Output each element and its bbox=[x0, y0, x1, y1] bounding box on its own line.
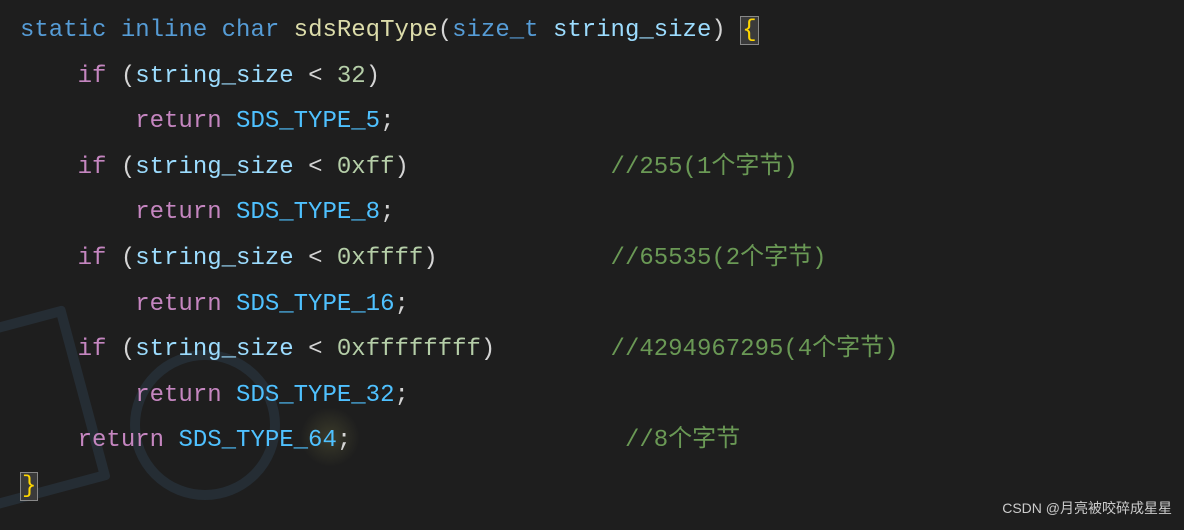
brace-open: { bbox=[740, 16, 758, 45]
watermark-text: CSDN @月亮被咬碎成星星 bbox=[1002, 495, 1172, 522]
operator-lt: < bbox=[308, 336, 322, 363]
code-line-4: if (string_size < 0xff) //255(1个字节) bbox=[20, 145, 1184, 191]
keyword-if: if bbox=[78, 245, 107, 272]
function-name: sdsReqType bbox=[294, 17, 438, 44]
keyword-return: return bbox=[135, 382, 221, 409]
param-type: size_t bbox=[452, 17, 538, 44]
number-literal: 0xffff bbox=[337, 245, 423, 272]
code-line-6: if (string_size < 0xffff) //65535(2个字节) bbox=[20, 236, 1184, 282]
keyword-inline: inline bbox=[121, 17, 207, 44]
keyword-return: return bbox=[135, 108, 221, 135]
paren-open: ( bbox=[438, 17, 452, 44]
keyword-static: static bbox=[20, 17, 106, 44]
comment: //4294967295(4个字节) bbox=[611, 336, 899, 363]
variable: string_size bbox=[135, 154, 293, 181]
code-line-7: return SDS_TYPE_16; bbox=[20, 282, 1184, 328]
code-line-10: return SDS_TYPE_64; //8个字节 bbox=[20, 418, 1184, 464]
keyword-if: if bbox=[78, 336, 107, 363]
constant: SDS_TYPE_64 bbox=[178, 427, 336, 454]
code-line-2: if (string_size < 32) bbox=[20, 54, 1184, 100]
code-line-3: return SDS_TYPE_5; bbox=[20, 99, 1184, 145]
comment: //65535(2个字节) bbox=[611, 245, 827, 272]
constant: SDS_TYPE_5 bbox=[236, 108, 380, 135]
keyword-return: return bbox=[135, 199, 221, 226]
code-line-5: return SDS_TYPE_8; bbox=[20, 190, 1184, 236]
param-name: string_size bbox=[553, 17, 711, 44]
comment: //255(1个字节) bbox=[611, 154, 798, 181]
variable: string_size bbox=[135, 63, 293, 90]
variable: string_size bbox=[135, 336, 293, 363]
number-literal: 0xffffffff bbox=[337, 336, 481, 363]
keyword-char: char bbox=[222, 17, 280, 44]
operator-lt: < bbox=[308, 63, 322, 90]
number-literal: 0xff bbox=[337, 154, 395, 181]
keyword-if: if bbox=[78, 63, 107, 90]
brace-close: } bbox=[20, 472, 38, 501]
operator-lt: < bbox=[308, 154, 322, 181]
keyword-return: return bbox=[78, 427, 164, 454]
code-editor[interactable]: static inline char sdsReqType(size_t str… bbox=[0, 8, 1184, 510]
comment: //8个字节 bbox=[625, 427, 740, 454]
code-line-8: if (string_size < 0xffffffff) //42949672… bbox=[20, 327, 1184, 373]
constant: SDS_TYPE_16 bbox=[236, 291, 394, 318]
keyword-return: return bbox=[135, 291, 221, 318]
variable: string_size bbox=[135, 245, 293, 272]
constant: SDS_TYPE_8 bbox=[236, 199, 380, 226]
operator-lt: < bbox=[308, 245, 322, 272]
paren-close: ) bbox=[711, 17, 725, 44]
keyword-if: if bbox=[78, 154, 107, 181]
constant: SDS_TYPE_32 bbox=[236, 382, 394, 409]
code-line-1: static inline char sdsReqType(size_t str… bbox=[20, 8, 1184, 54]
number-literal: 32 bbox=[337, 63, 366, 90]
code-line-9: return SDS_TYPE_32; bbox=[20, 373, 1184, 419]
